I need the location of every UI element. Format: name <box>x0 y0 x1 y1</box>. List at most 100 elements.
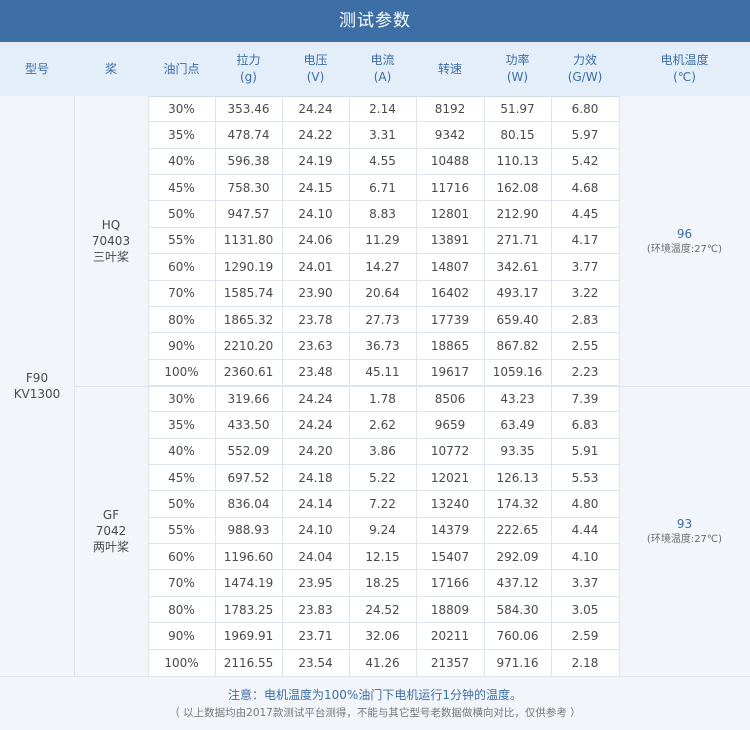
current-cell: 36.73 <box>365 338 400 353</box>
power-cell: 971.16 <box>496 655 539 670</box>
thrust-cell: 1196.60 <box>223 549 274 564</box>
efficiency-cell: 4.44 <box>571 523 599 538</box>
throttle-cell: 80% <box>168 312 195 327</box>
throttle-cell: 50% <box>168 207 195 222</box>
header-label: 电压 <box>303 53 328 67</box>
table-row: 60% 1290.19 24.01 14.27 14807 342.61 3.77 <box>148 254 619 281</box>
thrust-cell: 2360.61 <box>223 365 274 380</box>
header-label: 油门点 <box>163 61 200 76</box>
power-cell: 43.23 <box>500 391 535 406</box>
header-label: (℃) <box>673 70 696 84</box>
voltage-cell: 24.18 <box>298 470 333 485</box>
table-row: 100% 2360.61 23.48 45.11 19617 1059.16 2.23 <box>148 360 619 386</box>
efficiency-cell: 4.80 <box>571 497 599 512</box>
power-cell: 292.09 <box>496 549 539 564</box>
temp-cell-hq: 96 (环境温度:27℃) <box>619 96 750 386</box>
current-cell: 20.64 <box>365 286 400 301</box>
header-label: 电流 <box>370 53 395 67</box>
rpm-cell: 10772 <box>430 444 470 459</box>
power-cell: 162.08 <box>496 180 539 195</box>
header-thrust: 拉力 (g) <box>215 42 282 96</box>
table-row: 50% 836.04 24.14 7.22 13240 174.32 4.80 <box>148 491 619 518</box>
thrust-cell: 947.57 <box>227 207 270 222</box>
thrust-cell: 988.93 <box>227 523 270 538</box>
voltage-cell: 24.10 <box>298 523 333 538</box>
power-cell: 659.40 <box>496 312 539 327</box>
throttle-cell: 80% <box>168 602 195 617</box>
efficiency-cell: 5.91 <box>571 444 599 459</box>
power-cell: 342.61 <box>496 259 539 274</box>
table-row: 40% 552.09 24.20 3.86 10772 93.35 5.91 <box>148 439 619 466</box>
header-prop: 桨 <box>74 42 148 96</box>
voltage-cell: 23.63 <box>298 338 333 353</box>
efficiency-cell: 7.39 <box>571 391 599 406</box>
rpm-cell: 17739 <box>430 312 470 327</box>
current-cell: 14.27 <box>365 259 400 274</box>
efficiency-cell: 5.42 <box>571 154 599 169</box>
current-cell: 5.22 <box>369 470 396 485</box>
voltage-cell: 23.83 <box>298 602 333 617</box>
power-cell: 584.30 <box>496 602 539 617</box>
voltage-cell: 24.22 <box>298 128 333 143</box>
prop-label: HQ <box>101 218 121 232</box>
thrust-cell: 1585.74 <box>223 286 274 301</box>
header-label: 桨 <box>104 61 117 76</box>
table-row: 80% 1783.25 23.83 24.52 18809 584.30 3.05 <box>148 597 619 624</box>
thrust-cell: 478.74 <box>227 128 270 143</box>
table-row: 80% 1865.32 23.78 27.73 17739 659.40 2.83 <box>148 307 619 334</box>
header-label: (W) <box>506 70 529 84</box>
voltage-cell: 24.04 <box>298 549 333 564</box>
current-cell: 7.22 <box>369 497 396 512</box>
voltage-cell: 24.24 <box>298 417 333 432</box>
model-label: F90 <box>25 371 49 385</box>
current-cell: 12.15 <box>365 549 400 564</box>
current-cell: 3.31 <box>369 128 396 143</box>
thrust-cell: 1969.91 <box>223 628 274 643</box>
voltage-cell: 23.95 <box>298 576 333 591</box>
page-title: 测试参数 <box>0 0 750 42</box>
voltage-cell: 23.90 <box>298 286 333 301</box>
voltage-cell: 23.71 <box>298 628 333 643</box>
power-cell: 760.06 <box>496 628 539 643</box>
throttle-cell: 60% <box>168 549 195 564</box>
ambient-temp-note: (环境温度:27℃) <box>646 534 723 545</box>
throttle-cell: 35% <box>168 128 195 143</box>
rpm-cell: 12021 <box>430 470 470 485</box>
throttle-cell: 45% <box>168 180 195 195</box>
efficiency-cell: 4.10 <box>571 549 599 564</box>
thrust-cell: 596.38 <box>227 154 270 169</box>
footer-note: 注意：电机温度为100%油门下电机运行1分钟的温度。 <box>228 687 522 702</box>
header-throttle: 油门点 <box>148 42 215 96</box>
efficiency-cell: 5.97 <box>571 128 599 143</box>
thrust-cell: 2116.55 <box>223 655 274 670</box>
thrust-cell: 319.66 <box>227 391 270 406</box>
power-cell: 271.71 <box>496 233 539 248</box>
power-cell: 1059.16 <box>492 365 543 380</box>
efficiency-cell: 2.83 <box>571 312 599 327</box>
current-cell: 4.55 <box>369 154 396 169</box>
throttle-cell: 90% <box>168 628 195 643</box>
thrust-cell: 552.09 <box>227 444 270 459</box>
prop-label: 7042 <box>95 524 127 538</box>
thrust-cell: 433.50 <box>227 417 270 432</box>
table-row: 55% 988.93 24.10 9.24 14379 222.65 4.44 <box>148 518 619 545</box>
thrust-cell: 758.30 <box>227 180 270 195</box>
power-cell: 174.32 <box>496 497 539 512</box>
prop-cell-hq: HQ 70403 三叶桨 <box>74 96 148 386</box>
voltage-cell: 24.01 <box>298 259 333 274</box>
group-divider <box>619 386 750 387</box>
throttle-cell: 40% <box>168 154 195 169</box>
table-row: 30% 319.66 24.24 1.78 8506 43.23 7.39 <box>148 386 619 413</box>
rpm-cell: 9659 <box>434 417 466 432</box>
efficiency-cell: 6.83 <box>571 417 599 432</box>
rpm-cell: 8506 <box>434 391 466 406</box>
prop-label: GF <box>102 508 120 522</box>
current-cell: 1.78 <box>369 391 396 406</box>
throttle-cell: 55% <box>168 233 195 248</box>
current-cell: 2.14 <box>369 101 396 116</box>
efficiency-cell: 3.22 <box>571 286 599 301</box>
header-label: (V) <box>306 70 325 84</box>
rpm-cell: 18865 <box>430 338 470 353</box>
rpm-cell: 13240 <box>430 497 470 512</box>
voltage-cell: 24.24 <box>298 101 333 116</box>
